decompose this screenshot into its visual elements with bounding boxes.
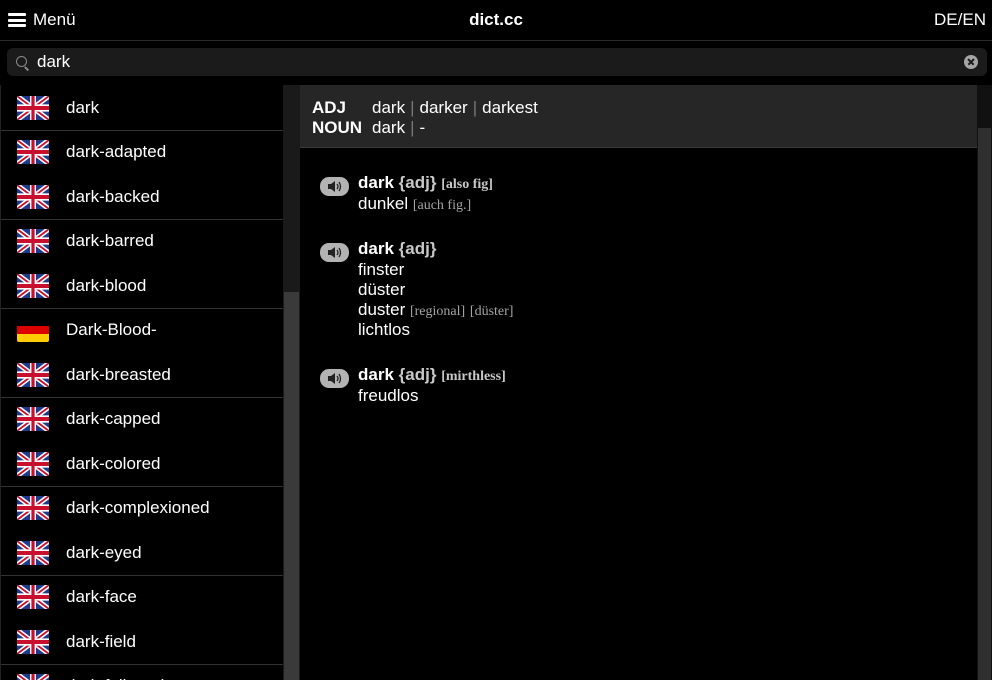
list-item-label: dark-face	[66, 587, 137, 607]
language-pair-button[interactable]: DE/EN	[934, 10, 986, 30]
entry-head: dark {adj} [also fig]	[358, 173, 493, 193]
headword[interactable]: dark	[358, 365, 394, 384]
translation[interactable]: finster	[358, 260, 404, 280]
translation-tag: [düster]	[469, 304, 514, 319]
list-item[interactable]: dark-eyed	[1, 530, 284, 575]
translation-text: dunkel	[358, 194, 409, 213]
translation-text: duster	[358, 300, 406, 319]
inflection-form: -	[419, 118, 426, 137]
list-item[interactable]: dark-complexioned	[1, 485, 284, 531]
uk-flag-icon	[17, 585, 49, 609]
list-item-label: Dark-Blood-	[66, 320, 157, 340]
uk-flag-icon	[17, 452, 49, 476]
translation-tag: [auch fig.]	[412, 198, 472, 213]
list-item-label: dark-colored	[66, 453, 161, 473]
uk-flag-icon	[17, 96, 49, 120]
uk-flag-icon	[17, 274, 49, 298]
list-item[interactable]: dark-face	[1, 574, 284, 620]
uk-flag-icon	[17, 541, 49, 565]
list-item[interactable]: dark-colored	[1, 441, 284, 486]
list-item-label: dark-adapted	[66, 142, 167, 162]
usage-tag: [also fig]	[441, 177, 493, 192]
site-title: dict.cc	[469, 10, 523, 29]
list-item[interactable]: dark-capped	[1, 396, 284, 442]
pos-label: {adj}	[398, 365, 437, 384]
list-item-label: dark-complexioned	[66, 498, 210, 518]
list-item-label: dark-field	[66, 631, 136, 651]
list-item-label: dark-backed	[66, 186, 160, 206]
result-panel: ADJ dark | darker | darkest NOUN dark | …	[300, 85, 977, 680]
word-list: dark dark-adapted dark-backed dark-barre…	[0, 85, 284, 680]
list-item-label: dark-eyed	[66, 542, 142, 562]
separator: |	[410, 98, 415, 117]
speaker-icon	[328, 247, 342, 258]
word-list-scroll-thumb[interactable]	[284, 292, 299, 680]
top-bar: Menü dict.cc DE/EN	[0, 0, 992, 41]
translation-text: finster	[358, 260, 405, 279]
sound-button[interactable]	[320, 177, 349, 196]
usage-tag: [mirthless]	[441, 369, 506, 384]
result-scroll-thumb[interactable]	[978, 128, 991, 680]
list-item[interactable]: dark-backed	[1, 174, 284, 219]
search-bar	[7, 48, 987, 76]
entry-head: dark {adj}	[358, 239, 436, 259]
inflection-form[interactable]: darker	[420, 98, 468, 118]
list-item[interactable]: dark-barred	[1, 218, 284, 264]
list-item-label: dark	[66, 97, 100, 117]
translation-text: freudlos	[358, 386, 419, 405]
list-item[interactable]: dark-adapted	[1, 129, 284, 175]
list-item-label: dark-breasted	[66, 364, 171, 384]
translation-tag: [regional]	[409, 304, 466, 319]
pos-tag: NOUN	[312, 118, 363, 137]
translation-text: lichtlos	[358, 320, 410, 339]
list-item[interactable]: dark-breasted	[1, 352, 284, 397]
pos-tag: ADJ	[312, 98, 347, 117]
translation[interactable]: freudlos	[358, 386, 418, 406]
list-item-label: dark-blood	[66, 275, 147, 295]
uk-flag-icon	[17, 363, 49, 387]
uk-flag-icon	[17, 229, 49, 253]
sound-button[interactable]	[320, 369, 349, 388]
inflection-form[interactable]: dark	[372, 98, 405, 118]
list-item-label: dark-barred	[66, 231, 154, 251]
translation-text: düster	[358, 280, 406, 299]
uk-flag-icon	[17, 630, 49, 654]
separator: |	[410, 118, 415, 137]
inflection-row-noun: NOUN dark | -	[312, 118, 425, 138]
list-item[interactable]: dark-foliaged	[1, 663, 284, 680]
speaker-icon	[328, 373, 342, 384]
de-flag-icon	[17, 318, 49, 343]
list-item[interactable]: dark-blood	[1, 263, 284, 308]
headword[interactable]: dark	[358, 239, 394, 258]
list-item[interactable]: Dark-Blood-	[1, 307, 284, 353]
list-item[interactable]: dark-field	[1, 619, 284, 664]
translation[interactable]: lichtlos	[358, 320, 410, 340]
uk-flag-icon	[17, 185, 49, 209]
translation[interactable]: düster	[358, 280, 405, 300]
uk-flag-icon	[17, 140, 49, 164]
list-item[interactable]: dark	[1, 85, 284, 130]
search-input[interactable]	[37, 51, 957, 73]
inflection-form[interactable]: darkest	[482, 98, 538, 118]
search-icon	[16, 56, 27, 67]
list-item-label: dark-capped	[66, 409, 161, 429]
translation[interactable]: dunkel [auch fig.]	[358, 194, 471, 214]
inflection-box: ADJ dark | darker | darkest NOUN dark | …	[300, 85, 977, 148]
inflection-row-adj: ADJ dark | darker | darkest	[312, 98, 538, 118]
sound-button[interactable]	[320, 243, 349, 262]
speaker-icon	[328, 181, 342, 192]
entry-head: dark {adj} [mirthless]	[358, 365, 506, 385]
headword[interactable]: dark	[358, 173, 394, 192]
list-item-label: dark-foliaged	[66, 676, 164, 680]
uk-flag-icon	[17, 674, 49, 680]
clear-icon[interactable]	[964, 55, 978, 69]
inflection-form[interactable]: dark	[372, 118, 405, 138]
pos-label: {adj}	[398, 239, 437, 258]
uk-flag-icon	[17, 496, 49, 520]
pos-label: {adj}	[398, 173, 437, 192]
uk-flag-icon	[17, 407, 49, 431]
separator: |	[472, 98, 478, 117]
translation[interactable]: duster [regional] [düster]	[358, 300, 513, 320]
